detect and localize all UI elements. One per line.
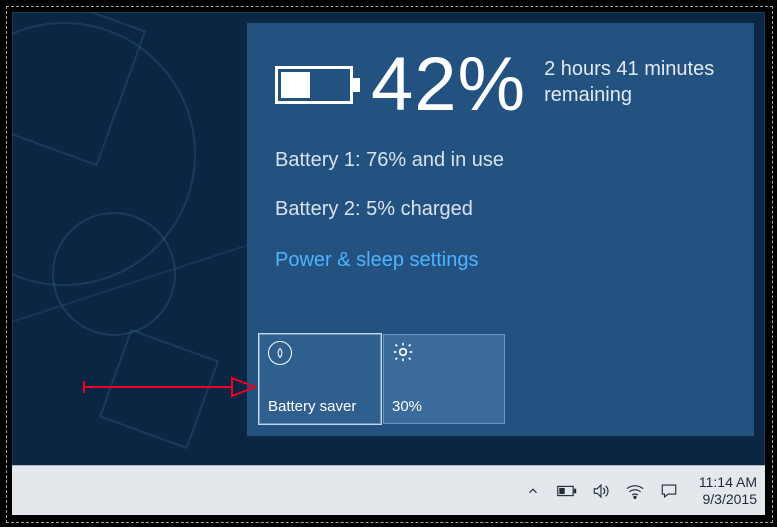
battery-percent: 42% bbox=[371, 47, 526, 123]
remaining-line-1: 2 hours 41 minutes bbox=[544, 56, 714, 82]
taskbar-time: 11:14 AM bbox=[699, 474, 757, 491]
volume-icon[interactable] bbox=[591, 481, 611, 501]
battery-icon bbox=[275, 66, 353, 104]
taskbar-date: 9/3/2015 bbox=[699, 491, 757, 508]
desktop: 42% 2 hours 41 minutes remaining Battery… bbox=[12, 12, 765, 515]
battery-saver-label: Battery saver bbox=[268, 398, 372, 415]
tray-overflow-icon[interactable] bbox=[523, 481, 543, 501]
battery-tray-icon[interactable] bbox=[557, 481, 577, 501]
brightness-tile[interactable]: 30% bbox=[383, 334, 505, 424]
power-sleep-settings-link[interactable]: Power & sleep settings bbox=[275, 249, 478, 272]
annotation-arrow bbox=[82, 372, 257, 402]
battery-remaining: 2 hours 41 minutes remaining bbox=[544, 56, 714, 108]
battery-2-status: Battery 2: 5% charged bbox=[275, 198, 726, 221]
taskbar: 11:14 AM 9/3/2015 bbox=[12, 465, 765, 515]
battery-detail-list: Battery 1: 76% and in use Battery 2: 5% … bbox=[275, 149, 726, 221]
system-tray: 11:14 AM 9/3/2015 bbox=[523, 474, 757, 508]
remaining-line-2: remaining bbox=[544, 82, 714, 108]
quick-action-tiles: Battery saver 30% bbox=[259, 334, 505, 424]
leaf-icon bbox=[268, 341, 292, 365]
taskbar-clock[interactable]: 11:14 AM 9/3/2015 bbox=[699, 474, 757, 508]
battery-saver-tile[interactable]: Battery saver bbox=[259, 334, 381, 424]
brightness-icon bbox=[392, 341, 414, 363]
battery-1-status: Battery 1: 76% and in use bbox=[275, 149, 726, 172]
wifi-icon[interactable] bbox=[625, 481, 645, 501]
battery-header: 42% 2 hours 41 minutes remaining bbox=[275, 47, 726, 123]
action-center-icon[interactable] bbox=[659, 481, 679, 501]
battery-flyout: 42% 2 hours 41 minutes remaining Battery… bbox=[247, 23, 754, 436]
brightness-label: 30% bbox=[392, 398, 496, 415]
